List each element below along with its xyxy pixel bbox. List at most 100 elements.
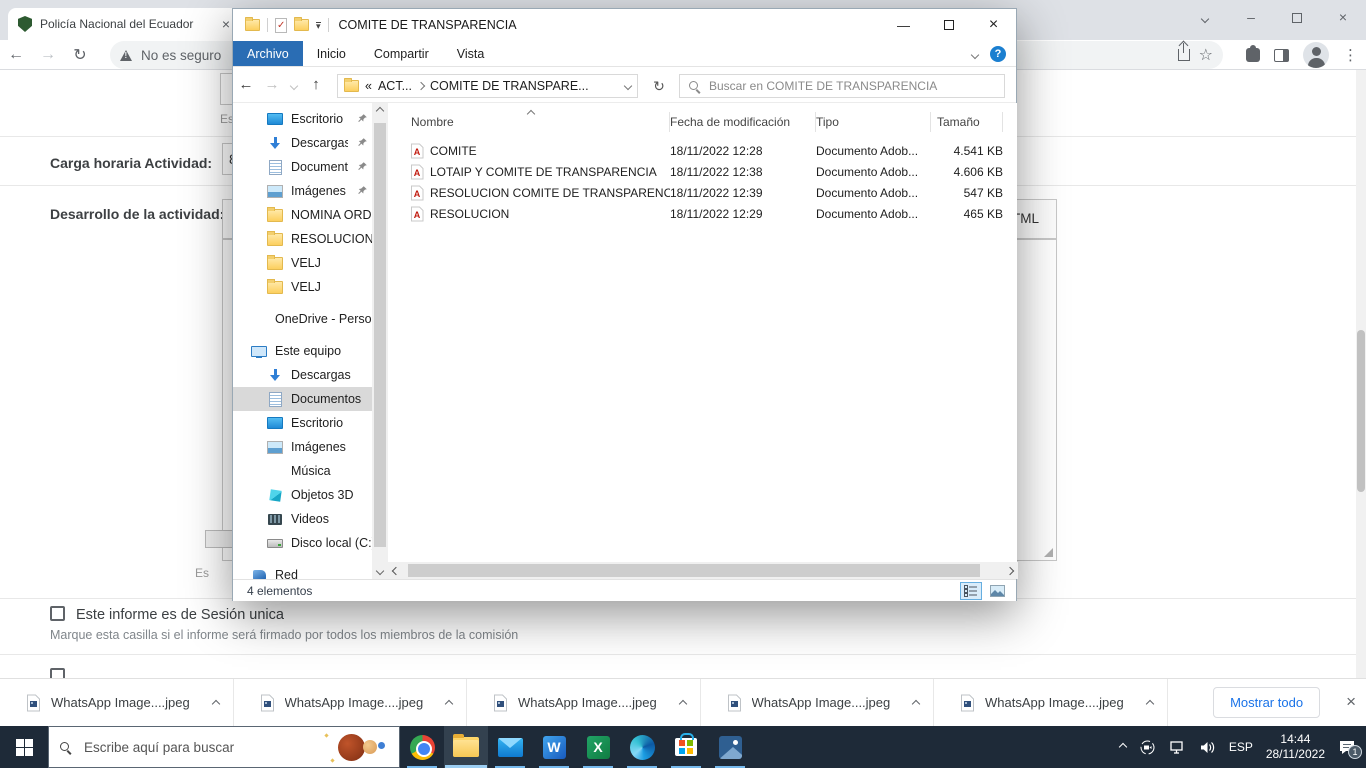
ribbon-collapse-icon[interactable] (970, 45, 980, 63)
download-chevron-icon[interactable] (678, 694, 687, 712)
properties-icon[interactable] (275, 17, 287, 33)
breadcrumb-collapsed[interactable]: « (365, 79, 372, 93)
explorer-search-box[interactable]: Buscar en COMITE DE TRANSPARENCIA (679, 74, 1005, 98)
show-all-downloads-button[interactable]: Mostrar todo (1213, 686, 1321, 718)
file-list-pane[interactable]: Nombre Fecha de modificación Tipo Tamaño… (388, 103, 1017, 562)
start-button[interactable] (0, 726, 48, 768)
download-item[interactable]: WhatsApp Image....jpeg (467, 679, 701, 726)
explorer-minimize-button[interactable]: — (881, 9, 926, 41)
sidebar-item[interactable]: Documentos (233, 155, 372, 179)
sidebar-item[interactable]: Descargas (233, 131, 372, 155)
sidebar-scrollbar-thumb[interactable] (374, 123, 386, 547)
sidebar-item[interactable]: Documentos (233, 387, 372, 411)
sidebar-item[interactable]: Escritorio (233, 107, 372, 131)
profile-avatar[interactable] (1303, 42, 1329, 68)
download-item[interactable]: WhatsApp Image....jpeg (934, 679, 1168, 726)
ribbon-tab[interactable]: Archivo (233, 41, 303, 66)
taskbar-chrome-button[interactable] (400, 726, 444, 768)
meet-now-icon[interactable] (1139, 739, 1156, 756)
explorer-maximize-button[interactable] (926, 9, 971, 41)
sidebar-item[interactable]: VELJ (233, 275, 372, 299)
sidebar-item[interactable]: VELJ (233, 251, 372, 275)
session-checkbox[interactable] (50, 606, 65, 621)
ribbon-tab[interactable]: Inicio (303, 41, 360, 66)
side-panel-icon[interactable] (1274, 48, 1289, 62)
taskbar-clock[interactable]: 14:44 28/11/2022 (1266, 732, 1325, 762)
column-header-date[interactable]: Fecha de modificación (670, 112, 816, 132)
browser-back-icon[interactable]: ← (0, 46, 32, 64)
horizontal-scrollbar[interactable] (388, 562, 1018, 579)
sidebar-item[interactable]: Escritorio (233, 411, 372, 435)
sidebar-scroll-down-icon[interactable] (372, 563, 388, 579)
download-chevron-icon[interactable] (1145, 694, 1154, 712)
explorer-back-icon[interactable]: ← (233, 76, 259, 93)
sidebar-item[interactable]: RESOLUCIONES (233, 227, 372, 251)
download-item[interactable]: WhatsApp Image....jpeg (701, 679, 934, 726)
sidebar-item[interactable]: Red (233, 563, 372, 579)
taskbar-edge-button[interactable] (620, 726, 664, 768)
explorer-up-icon[interactable]: ↑ (303, 76, 329, 93)
download-chevron-icon[interactable] (911, 694, 921, 712)
page-scrollbar-thumb[interactable] (1357, 330, 1365, 492)
qat-customize-icon[interactable]: ▾ (316, 21, 321, 30)
browser-reload-icon[interactable]: ↻ (64, 45, 96, 65)
download-chevron-icon[interactable] (444, 694, 454, 712)
taskbar-store-button[interactable] (664, 726, 708, 768)
sidebar-item[interactable]: Música (233, 459, 372, 483)
taskbar-mail-button[interactable] (488, 726, 532, 768)
sidebar-item[interactable]: NOMINA ORDIN (233, 203, 372, 227)
address-breadcrumb-bar[interactable]: « ACT... COMITE DE TRANSPARE... (337, 74, 638, 98)
sidebar-scrollbar[interactable] (372, 103, 388, 579)
explorer-forward-icon[interactable]: → (259, 76, 285, 93)
details-view-button[interactable] (960, 581, 982, 600)
bookmark-star-icon[interactable]: ☆ (1199, 45, 1213, 65)
tab-search-chevron-icon[interactable] (1182, 9, 1228, 25)
taskbar-excel-button[interactable]: X (576, 726, 620, 768)
taskbar-explorer-button[interactable] (444, 726, 488, 768)
sidebar-scroll-up-icon[interactable] (372, 103, 388, 119)
scroll-right-icon[interactable] (1002, 562, 1018, 579)
file-row[interactable]: A RESOLUCION COMITE DE TRANSPARENC... 18… (388, 182, 1017, 203)
taskbar-word-button[interactable]: W (532, 726, 576, 768)
network-icon[interactable] (1169, 740, 1186, 755)
browser-minimize-button[interactable]: – (1228, 9, 1274, 25)
second-checkbox-partial[interactable] (50, 668, 65, 678)
taskbar-search-box[interactable]: Escribe aquí para buscar (48, 726, 400, 768)
browser-forward-icon[interactable]: → (32, 46, 64, 64)
action-center-icon[interactable]: 1 (1338, 739, 1362, 759)
share-icon[interactable] (1177, 43, 1190, 61)
sidebar-item[interactable]: Disco local (C:) (233, 531, 372, 555)
browser-restore-button[interactable] (1274, 9, 1320, 25)
breadcrumb-parent[interactable]: ACT... (378, 79, 412, 93)
explorer-close-button[interactable]: × (971, 9, 1016, 41)
recent-locations-chevron-icon[interactable] (285, 76, 303, 93)
file-row[interactable]: A RESOLUCION 18/11/2022 12:29 Documento … (388, 203, 1017, 224)
browser-menu-icon[interactable]: ⋮ (1343, 46, 1358, 64)
sidebar-item[interactable]: Descargas (233, 363, 372, 387)
textarea-resize-handle[interactable] (1044, 548, 1053, 557)
breadcrumb-current[interactable]: COMITE DE TRANSPARE... (430, 79, 619, 93)
tab-close-icon[interactable]: × (222, 16, 230, 32)
column-header-name[interactable]: Nombre (411, 112, 670, 132)
download-item[interactable]: WhatsApp Image....jpeg (234, 679, 467, 726)
language-indicator[interactable]: ESP (1229, 740, 1253, 754)
ribbon-tab[interactable]: Compartir (360, 41, 443, 66)
hidden-icons-chevron-icon[interactable] (1118, 742, 1128, 752)
browser-close-button[interactable]: × (1320, 9, 1366, 25)
large-icons-view-button[interactable] (986, 582, 1008, 600)
sidebar-item[interactable]: Imágenes (233, 179, 372, 203)
refresh-icon[interactable]: ↻ (646, 74, 672, 98)
sidebar-item[interactable]: Imágenes (233, 435, 372, 459)
scroll-left-icon[interactable] (388, 562, 404, 579)
address-dropdown-icon[interactable] (623, 81, 633, 91)
browser-tab[interactable]: Policía Nacional del Ecuador × (8, 8, 240, 40)
sidebar-item[interactable]: Este equipo (233, 339, 372, 363)
new-folder-icon[interactable] (294, 17, 309, 31)
download-item[interactable]: WhatsApp Image....jpeg (0, 679, 234, 726)
explorer-title-bar[interactable]: ▾ COMITE DE TRANSPARENCIA — × (233, 9, 1016, 41)
column-header-size[interactable]: Tamaño (931, 112, 1003, 132)
download-chevron-icon[interactable] (211, 694, 220, 712)
ribbon-tab[interactable]: Vista (443, 41, 499, 66)
file-row[interactable]: A COMITE 18/11/2022 12:28 Documento Adob… (388, 140, 1017, 161)
volume-icon[interactable] (1199, 740, 1216, 755)
